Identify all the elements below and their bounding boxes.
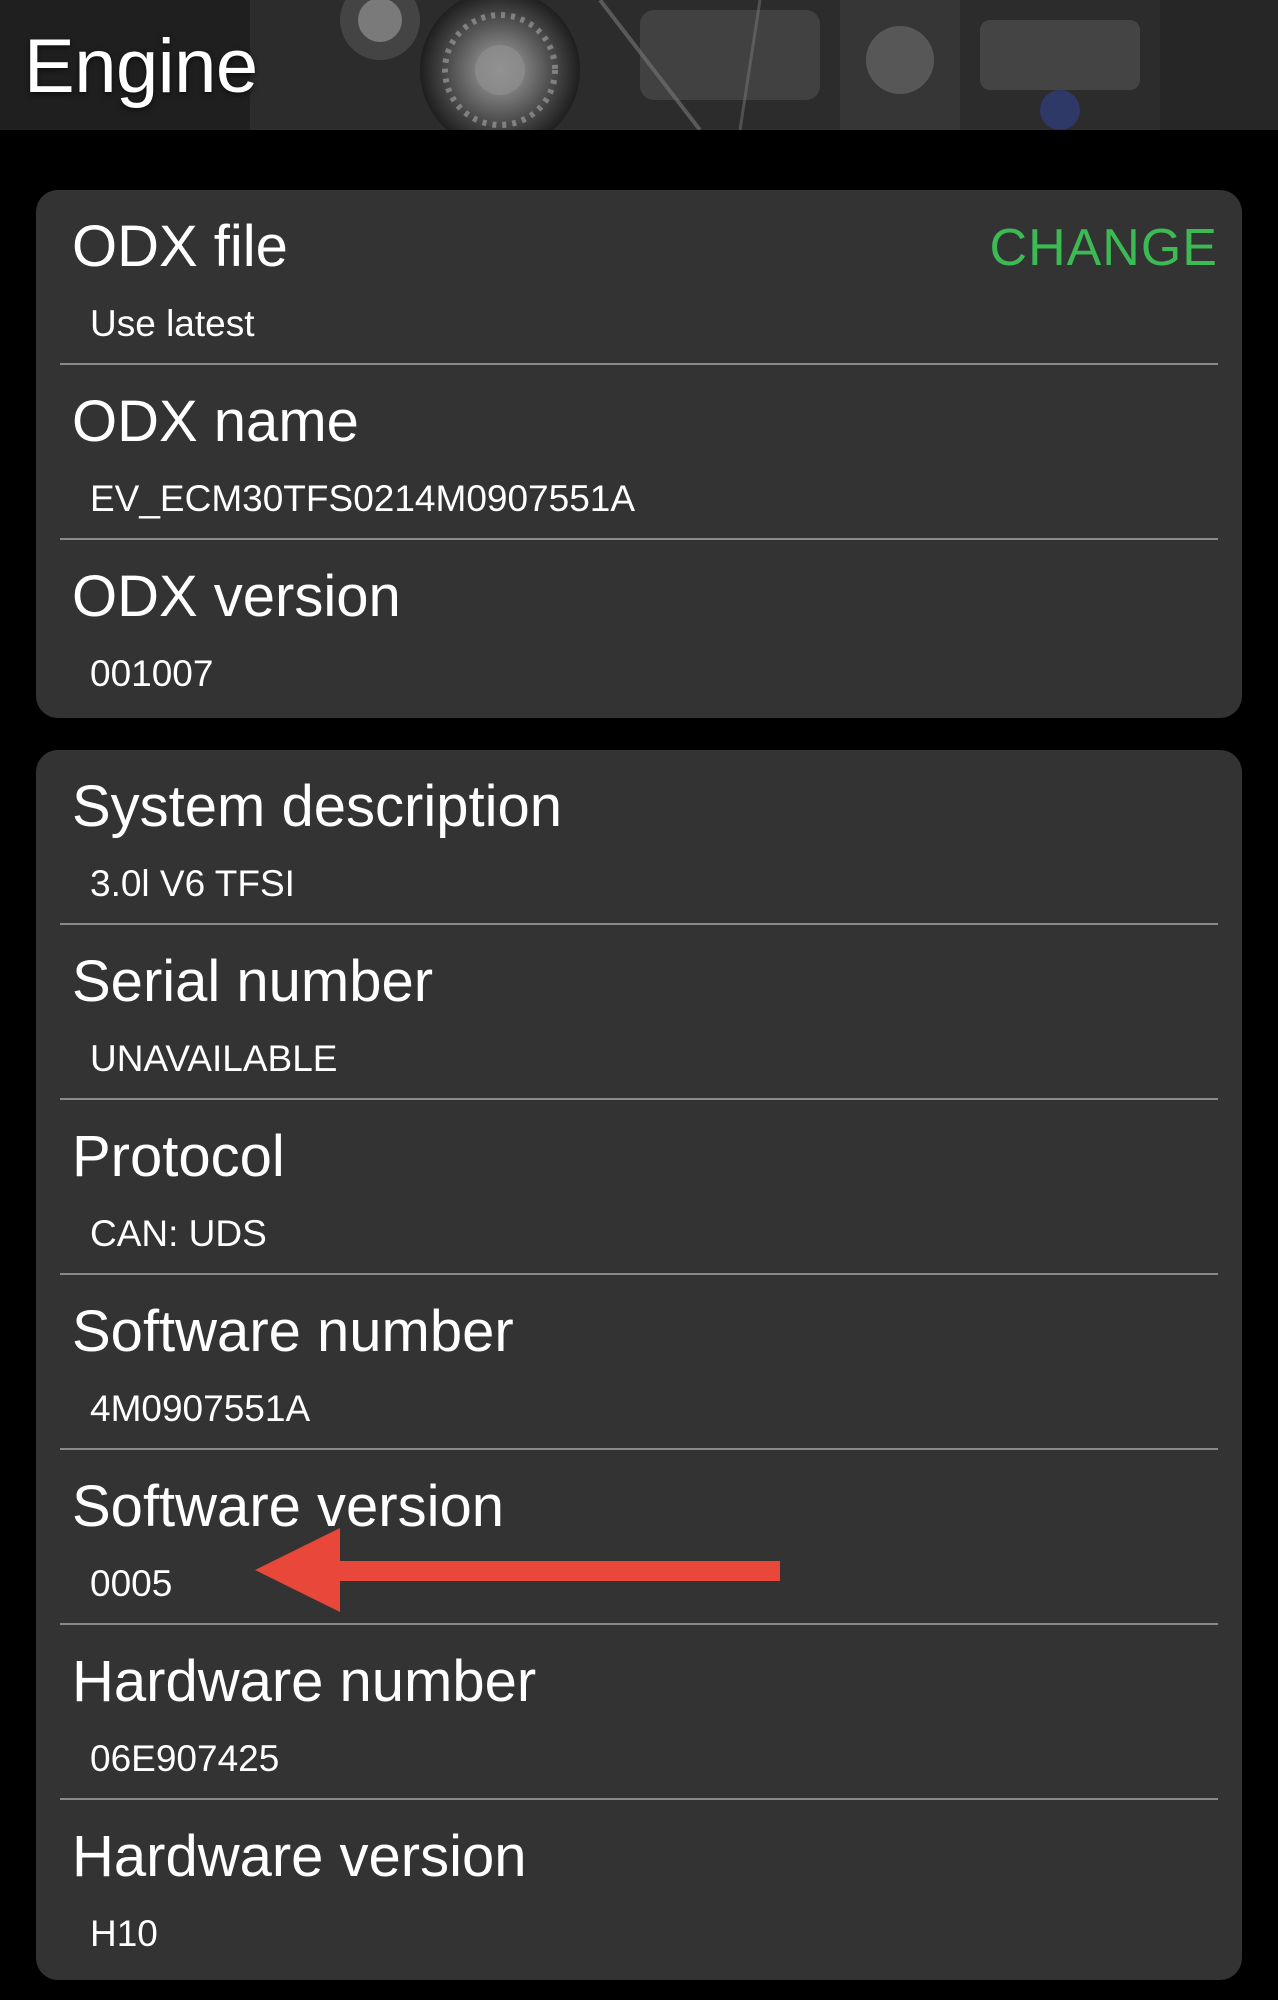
info-card: System description 3.0l V6 TFSI Serial n… — [36, 750, 1242, 1980]
hardware-version-label: Hardware version — [72, 1824, 527, 1889]
odx-version-label: ODX version — [72, 564, 401, 629]
protocol-label: Protocol — [72, 1124, 285, 1189]
system-description-value: 3.0l V6 TFSI — [90, 863, 295, 904]
odx-version-value: 001007 — [90, 653, 214, 694]
software-number-row: Software number 4M0907551A — [36, 1275, 1242, 1450]
protocol-row: Protocol CAN: UDS — [36, 1100, 1242, 1275]
arrow-left-icon — [255, 1528, 780, 1612]
serial-number-value: UNAVAILABLE — [90, 1038, 338, 1079]
odx-card: ODX file CHANGE Use latest ODX name EV_E… — [36, 190, 1242, 718]
system-description-label: System description — [72, 774, 562, 839]
software-version-value: 0005 — [90, 1563, 173, 1604]
odx-name-row: ODX name EV_ECM30TFS0214M0907551A — [36, 365, 1242, 540]
odx-name-label: ODX name — [72, 389, 359, 454]
hardware-number-label: Hardware number — [72, 1649, 537, 1714]
change-button[interactable]: CHANGE — [990, 216, 1218, 280]
odx-name-value: EV_ECM30TFS0214M0907551A — [90, 478, 636, 519]
serial-number-label: Serial number — [72, 949, 434, 1014]
software-number-value: 4M0907551A — [90, 1388, 311, 1429]
protocol-value: CAN: UDS — [90, 1213, 267, 1254]
software-number-label: Software number — [72, 1299, 514, 1364]
header: Engine — [0, 0, 1278, 130]
hardware-version-value: H10 — [90, 1913, 158, 1954]
odx-file-value: Use latest — [90, 303, 255, 344]
odx-version-row: ODX version 001007 — [36, 540, 1242, 715]
page-title: Engine — [24, 24, 258, 109]
hardware-number-row: Hardware number 06E907425 — [36, 1625, 1242, 1800]
hardware-number-value: 06E907425 — [90, 1738, 280, 1779]
serial-number-row: Serial number UNAVAILABLE — [36, 925, 1242, 1100]
system-description-row: System description 3.0l V6 TFSI — [36, 750, 1242, 925]
odx-file-label: ODX file — [72, 214, 288, 279]
hardware-version-row: Hardware version H10 — [36, 1800, 1242, 1975]
odx-file-row[interactable]: ODX file CHANGE Use latest — [36, 190, 1242, 365]
